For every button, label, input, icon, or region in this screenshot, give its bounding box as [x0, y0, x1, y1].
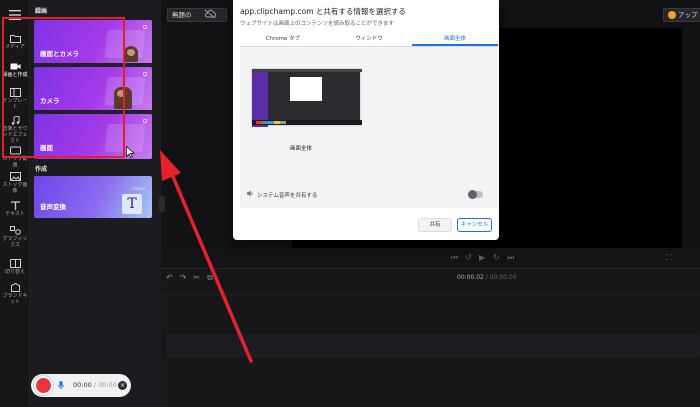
microphone-icon[interactable] [58, 381, 64, 390]
system-audio-toggle[interactable] [468, 190, 483, 199]
screen-thumbnail[interactable] [251, 68, 362, 127]
forward-icon[interactable]: ↻ [493, 253, 500, 262]
speaker-icon [247, 190, 253, 197]
timeline-timecode: 00:00.02 / 00:00.00 [457, 274, 517, 281]
play-icon[interactable]: ▶ [479, 253, 485, 262]
text-to-speech-card[interactable]: 〰〰 T 音声変換 [34, 176, 152, 218]
rail-label: テキスト [5, 211, 25, 217]
duplicate-icon[interactable]: ⧉ [207, 273, 213, 283]
rewind-icon[interactable]: ↺ [465, 253, 472, 262]
rail-label: ストック画 像 [2, 182, 28, 194]
tab-window[interactable]: ウィンドウ [326, 33, 412, 46]
redo-icon[interactable]: ↷ [180, 273, 187, 283]
recording-max: 30:00 [98, 381, 117, 389]
tab-chrome-tab[interactable]: Chrome タブ [240, 33, 326, 46]
gem-icon [668, 11, 676, 19]
screen-thumbnail-label: 画面全体 [290, 146, 313, 152]
project-title-field[interactable]: 無題の [167, 8, 227, 22]
rail-item-transitions[interactable]: 切り替え [0, 259, 30, 275]
upgrade-label: アップ [678, 11, 698, 19]
card-corner-icon [143, 25, 147, 29]
mouse-cursor-icon [126, 146, 135, 158]
upgrade-button[interactable]: アップ [663, 8, 700, 22]
rail-item-brand-kit[interactable]: ブランドキ ット [0, 283, 30, 305]
rail-item-graphics[interactable]: グラフィッ クス [0, 226, 30, 248]
share-source-tabs: Chrome タブ ウィンドウ 画面全体 [240, 33, 498, 47]
close-recorder-icon[interactable]: × [118, 381, 127, 390]
timeline-track[interactable] [166, 334, 700, 358]
split-icon[interactable]: ✂ [193, 273, 200, 283]
cancel-button[interactable]: キャンセル [457, 218, 492, 232]
recording-timer: 00:00 / 30:00 [73, 381, 117, 389]
fullscreen-icon[interactable]: ⛶ [666, 253, 672, 263]
text-t-icon: T [122, 194, 142, 214]
card-label: 音声変換 [40, 203, 66, 211]
rail-label: グラフィッ クス [2, 236, 28, 248]
graphics-icon [9, 226, 21, 235]
timeline-toolbar: ↶ ↷ ✂ ⧉ [166, 273, 213, 283]
brand-kit-icon [10, 283, 20, 292]
create-section-title: 作成 [35, 166, 48, 173]
skip-forward-icon[interactable]: ⏭ [507, 253, 514, 263]
cloud-offline-icon[interactable] [204, 9, 216, 19]
rail-item-text[interactable]: テキスト [0, 201, 30, 217]
person-thumbnail [124, 46, 138, 62]
transition-icon [9, 259, 21, 268]
record-button[interactable] [34, 376, 53, 395]
recorder-bar: 00:00 / 30:00 × [31, 374, 131, 397]
thumb-window [290, 77, 322, 101]
text-icon [10, 201, 20, 210]
thumb-topbar [252, 69, 362, 72]
timeline-total: 00:00.00 [489, 274, 517, 281]
screen-share-dialog: app.clipchamp.com と共有する情報を選択する ウェブサイトは画面… [233, 0, 499, 240]
dialog-subtitle: ウェブサイトは画面上のコンテンツを読み取ることができます [240, 21, 395, 27]
timeline-current: 00:00.02 [457, 274, 484, 281]
card-corner-icon [143, 119, 147, 123]
skip-back-icon[interactable]: ⏮ [451, 253, 458, 263]
system-audio-label: システム音声を共有する [257, 193, 318, 199]
red-highlight-box [2, 17, 125, 158]
undo-icon[interactable]: ↶ [166, 273, 173, 283]
thumb-taskbar-icons [256, 121, 286, 124]
dialog-title: app.clipchamp.com と共有する情報を選択する [240, 7, 406, 16]
timeline-ruler[interactable] [161, 287, 700, 295]
share-button[interactable]: 共有 [418, 218, 452, 232]
image-icon [9, 172, 21, 181]
rail-item-stock-image[interactable]: ストック画 像 [0, 172, 30, 194]
soundwave-icon: 〰〰 [132, 185, 145, 193]
collapse-panel-handle[interactable] [159, 196, 165, 212]
rail-label: ブランドキ ット [2, 293, 28, 305]
playback-bar: ⏮ ↺ ▶ ↻ ⏭ [161, 248, 700, 268]
card-corner-icon [143, 72, 147, 76]
thumb-sidebar [252, 72, 268, 127]
rail-label: 切り替え [4, 269, 25, 275]
tab-entire-screen[interactable]: 画面全体 [412, 33, 498, 46]
record-section-title: 録画 [35, 8, 48, 15]
recording-elapsed: 00:00 [73, 381, 92, 389]
